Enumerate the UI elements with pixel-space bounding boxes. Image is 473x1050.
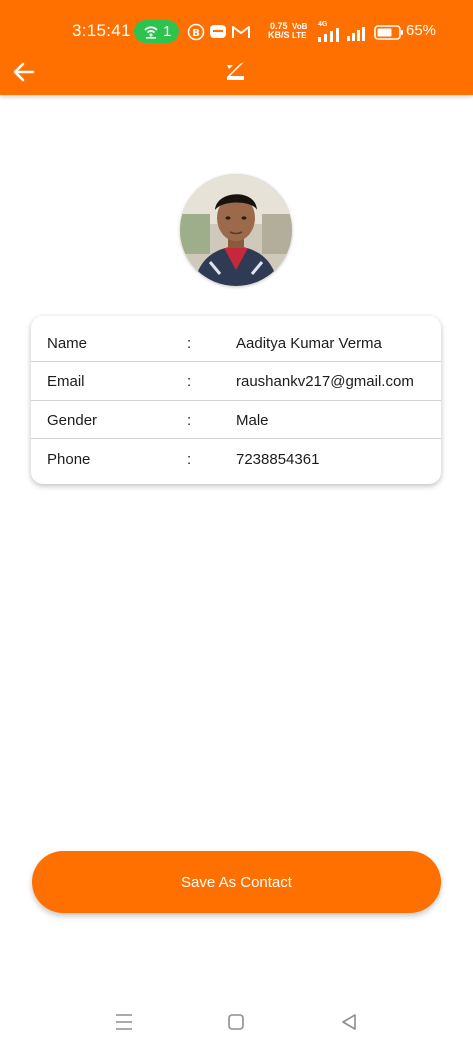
b-app-icon: B	[187, 23, 205, 41]
gender-label: Gender	[47, 412, 98, 429]
gmail-icon	[232, 26, 250, 38]
hotspot-indicator: 1	[134, 20, 179, 43]
menu-icon[interactable]	[112, 1010, 136, 1034]
status-bar: 3:15:41 1 B 0.75 KB/S VoB LTE 4G 65%	[0, 10, 473, 54]
arrow-left-icon	[13, 62, 35, 82]
info-row-email: Email : raushankv217@gmail.com	[31, 362, 441, 400]
svg-text:B: B	[192, 28, 200, 39]
signal-sim2-icon	[347, 27, 365, 41]
network-type: 4G	[318, 21, 328, 28]
save-as-contact-button[interactable]: Save As Contact	[32, 851, 441, 913]
app-bar: 3:15:41 1 B 0.75 KB/S VoB LTE 4G 65%	[0, 0, 473, 95]
volte-bottom: LTE	[292, 31, 307, 40]
email-separator: :	[187, 373, 192, 390]
name-value: Aaditya Kumar Verma	[236, 335, 382, 352]
avatar	[180, 174, 292, 286]
status-time: 3:15:41	[72, 21, 131, 40]
name-label: Name	[47, 335, 88, 352]
home-square-icon[interactable]	[224, 1010, 248, 1034]
signal-sim1-icon	[318, 28, 339, 42]
phone-separator: :	[187, 451, 192, 468]
email-value: raushankv217@gmail.com	[236, 373, 414, 390]
info-row-phone: Phone : 7238854361	[31, 439, 441, 477]
phone-value: 7238854361	[236, 451, 320, 468]
battery-icon	[374, 25, 403, 40]
gender-separator: :	[187, 412, 192, 429]
back-triangle-icon[interactable]	[337, 1010, 361, 1034]
volte-top: VoB	[292, 22, 308, 31]
net-speed-unit: KB/S	[268, 30, 290, 40]
info-row-gender: Gender : Male	[31, 401, 441, 439]
chat-app-icon	[210, 25, 226, 38]
profile-photo	[180, 174, 292, 286]
net-speed: 0.75 KB/S	[268, 22, 290, 40]
volte-indicator: VoB LTE	[292, 22, 307, 40]
hotspot-count: 1	[163, 23, 172, 40]
phone-label: Phone	[47, 451, 91, 468]
contact-info-card: Name : Aaditya Kumar Verma Email : raush…	[31, 316, 441, 484]
name-separator: :	[187, 335, 192, 352]
hotspot-icon	[144, 26, 158, 39]
system-nav-bar	[0, 1000, 473, 1050]
z-logo-icon	[227, 62, 244, 80]
gender-value: Male	[236, 412, 269, 429]
email-label: Email	[47, 373, 85, 390]
battery-percent: 65%	[406, 22, 437, 39]
back-button[interactable]	[8, 56, 40, 88]
info-row-name: Name : Aaditya Kumar Verma	[31, 324, 441, 362]
